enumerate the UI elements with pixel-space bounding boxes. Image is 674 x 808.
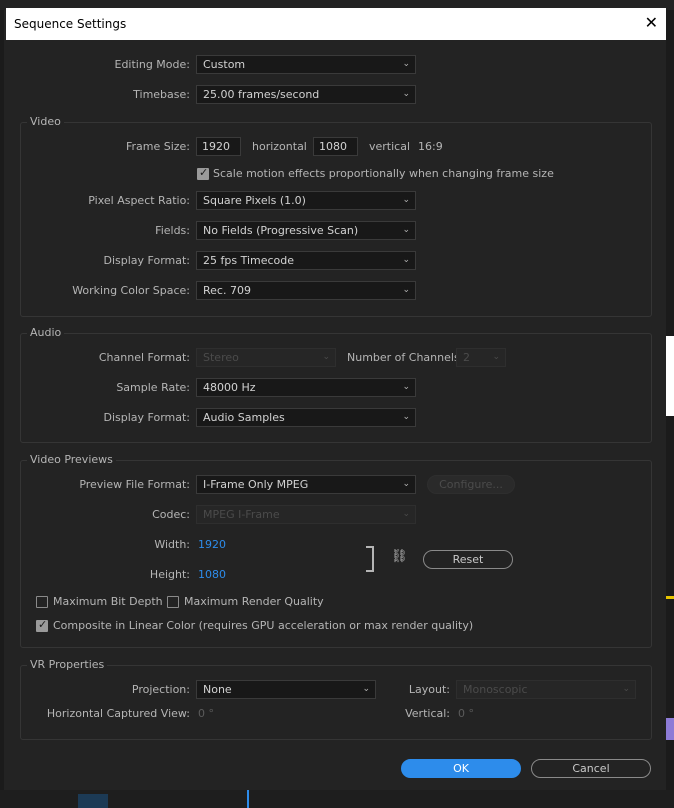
timebase-value: 25.00 frames/second <box>203 88 320 101</box>
color-space-value: Rec. 709 <box>203 284 251 297</box>
timebase-label: Timebase: <box>133 88 190 101</box>
chevron-down-icon: ⌄ <box>492 352 500 362</box>
composite-linear-checkbox[interactable] <box>36 618 48 632</box>
dialog-titlebar: Sequence Settings ✕ <box>6 8 666 40</box>
dialog-title: Sequence Settings <box>14 17 127 31</box>
video-display-format-dropdown[interactable]: 25 fps Timecode ⌄ <box>196 251 416 270</box>
h-captured-view-label: Horizontal Captured View: <box>46 707 190 720</box>
num-channels-label: Number of Channels: <box>347 351 464 364</box>
vertical-view-value[interactable]: 0 ° <box>458 707 474 720</box>
background-program-monitor <box>666 336 674 416</box>
pixel-aspect-label: Pixel Aspect Ratio: <box>88 194 190 207</box>
audio-display-format-label: Display Format: <box>103 411 190 424</box>
vr-properties-section-title: VR Properties <box>27 658 108 671</box>
vertical-view-label: Vertical: <box>405 707 450 720</box>
pixel-aspect-value: Square Pixels (1.0) <box>203 194 306 207</box>
chain-link-icon[interactable]: ⛓ <box>391 549 408 564</box>
chevron-down-icon: ⌄ <box>402 59 410 69</box>
video-previews-section-title: Video Previews <box>27 453 116 466</box>
layout-value: Monoscopic <box>463 683 528 696</box>
background-timeline-tab <box>78 794 108 808</box>
frame-height-field[interactable]: 1080 <box>313 137 358 156</box>
color-space-dropdown[interactable]: Rec. 709 ⌄ <box>196 281 416 300</box>
timebase-dropdown[interactable]: 25.00 frames/second ⌄ <box>196 85 416 104</box>
configure-button[interactable]: Configure... <box>427 475 515 494</box>
chevron-down-icon: ⌄ <box>402 412 410 422</box>
max-render-quality-label: Maximum Render Quality <box>184 595 324 608</box>
chevron-down-icon: ⌄ <box>322 352 330 362</box>
video-section-title: Video <box>27 115 64 128</box>
video-display-format-label: Display Format: <box>103 254 190 267</box>
preview-height-label: Height: <box>149 568 190 581</box>
layout-label: Layout: <box>408 683 450 696</box>
video-display-format-value: 25 fps Timecode <box>203 254 295 267</box>
max-bit-depth-label: Maximum Bit Depth <box>53 595 163 608</box>
frame-width-field[interactable]: 1920 <box>196 137 241 156</box>
cancel-button[interactable]: Cancel <box>531 759 651 778</box>
composite-linear-label: Composite in Linear Color (requires GPU … <box>53 619 474 632</box>
editing-mode-dropdown[interactable]: Custom ⌄ <box>196 55 416 74</box>
editing-mode-value: Custom <box>203 58 246 71</box>
background-timeline-marker <box>666 596 674 599</box>
reset-button[interactable]: Reset <box>423 550 513 569</box>
frame-size-label: Frame Size: <box>125 140 190 153</box>
chevron-down-icon: ⌄ <box>402 225 410 235</box>
preview-file-format-value: I-Frame Only MPEG <box>203 478 309 491</box>
vr-properties-section <box>20 665 652 740</box>
channel-format-label: Channel Format: <box>98 351 190 364</box>
close-icon[interactable]: ✕ <box>645 13 658 32</box>
background-playhead <box>247 790 249 808</box>
chevron-down-icon: ⌄ <box>622 684 630 694</box>
chevron-down-icon: ⌄ <box>402 195 410 205</box>
preview-height-value[interactable]: 1080 <box>198 568 226 581</box>
chevron-down-icon: ⌄ <box>402 479 410 489</box>
num-channels-dropdown[interactable]: 2 ⌄ <box>456 348 506 367</box>
chevron-down-icon: ⌄ <box>402 285 410 295</box>
background-timeline-clip <box>666 718 674 740</box>
codec-label: Codec: <box>152 508 190 521</box>
sample-rate-label: Sample Rate: <box>116 381 190 394</box>
audio-display-format-value: Audio Samples <box>203 411 285 424</box>
max-bit-depth-checkbox[interactable] <box>36 596 48 608</box>
num-channels-value: 2 <box>463 351 470 364</box>
channel-format-dropdown[interactable]: Stereo ⌄ <box>196 348 336 367</box>
projection-label: Projection: <box>131 683 190 696</box>
chevron-down-icon: ⌄ <box>402 509 410 519</box>
chevron-down-icon: ⌄ <box>402 89 410 99</box>
chevron-down-icon: ⌄ <box>362 684 370 694</box>
projection-dropdown[interactable]: None ⌄ <box>196 680 376 699</box>
layout-dropdown[interactable]: Monoscopic ⌄ <box>456 680 636 699</box>
codec-dropdown[interactable]: MPEG I-Frame ⌄ <box>196 505 416 524</box>
color-space-label: Working Color Space: <box>72 284 190 297</box>
channel-format-value: Stereo <box>203 351 239 364</box>
preview-file-format-label: Preview File Format: <box>79 478 190 491</box>
ok-button[interactable]: OK <box>401 759 521 778</box>
preview-file-format-dropdown[interactable]: I-Frame Only MPEG ⌄ <box>196 475 416 494</box>
codec-value: MPEG I-Frame <box>203 508 280 521</box>
h-captured-view-value[interactable]: 0 ° <box>198 707 214 720</box>
chevron-down-icon: ⌄ <box>402 382 410 392</box>
fields-label: Fields: <box>155 224 190 237</box>
link-bracket <box>366 546 374 572</box>
projection-value: None <box>203 683 232 696</box>
sample-rate-dropdown[interactable]: 48000 Hz ⌄ <box>196 378 416 397</box>
fields-dropdown[interactable]: No Fields (Progressive Scan) ⌄ <box>196 221 416 240</box>
audio-display-format-dropdown[interactable]: Audio Samples ⌄ <box>196 408 416 427</box>
sample-rate-value: 48000 Hz <box>203 381 256 394</box>
background-timeline-toolbar <box>0 790 674 808</box>
preview-width-label: Width: <box>154 538 190 551</box>
pixel-aspect-dropdown[interactable]: Square Pixels (1.0) ⌄ <box>196 191 416 210</box>
aspect-ratio-value: 16:9 <box>418 140 443 153</box>
fields-value: No Fields (Progressive Scan) <box>203 224 359 237</box>
vertical-label: vertical <box>369 140 411 153</box>
audio-section-title: Audio <box>27 326 65 339</box>
max-render-quality-checkbox[interactable] <box>167 596 179 608</box>
preview-width-value[interactable]: 1920 <box>198 538 226 551</box>
editing-mode-label: Editing Mode: <box>114 58 191 71</box>
scale-motion-checkbox[interactable] <box>197 166 209 180</box>
scale-motion-label: Scale motion effects proportionally when… <box>213 167 554 180</box>
horizontal-label: horizontal <box>252 140 307 153</box>
chevron-down-icon: ⌄ <box>402 255 410 265</box>
